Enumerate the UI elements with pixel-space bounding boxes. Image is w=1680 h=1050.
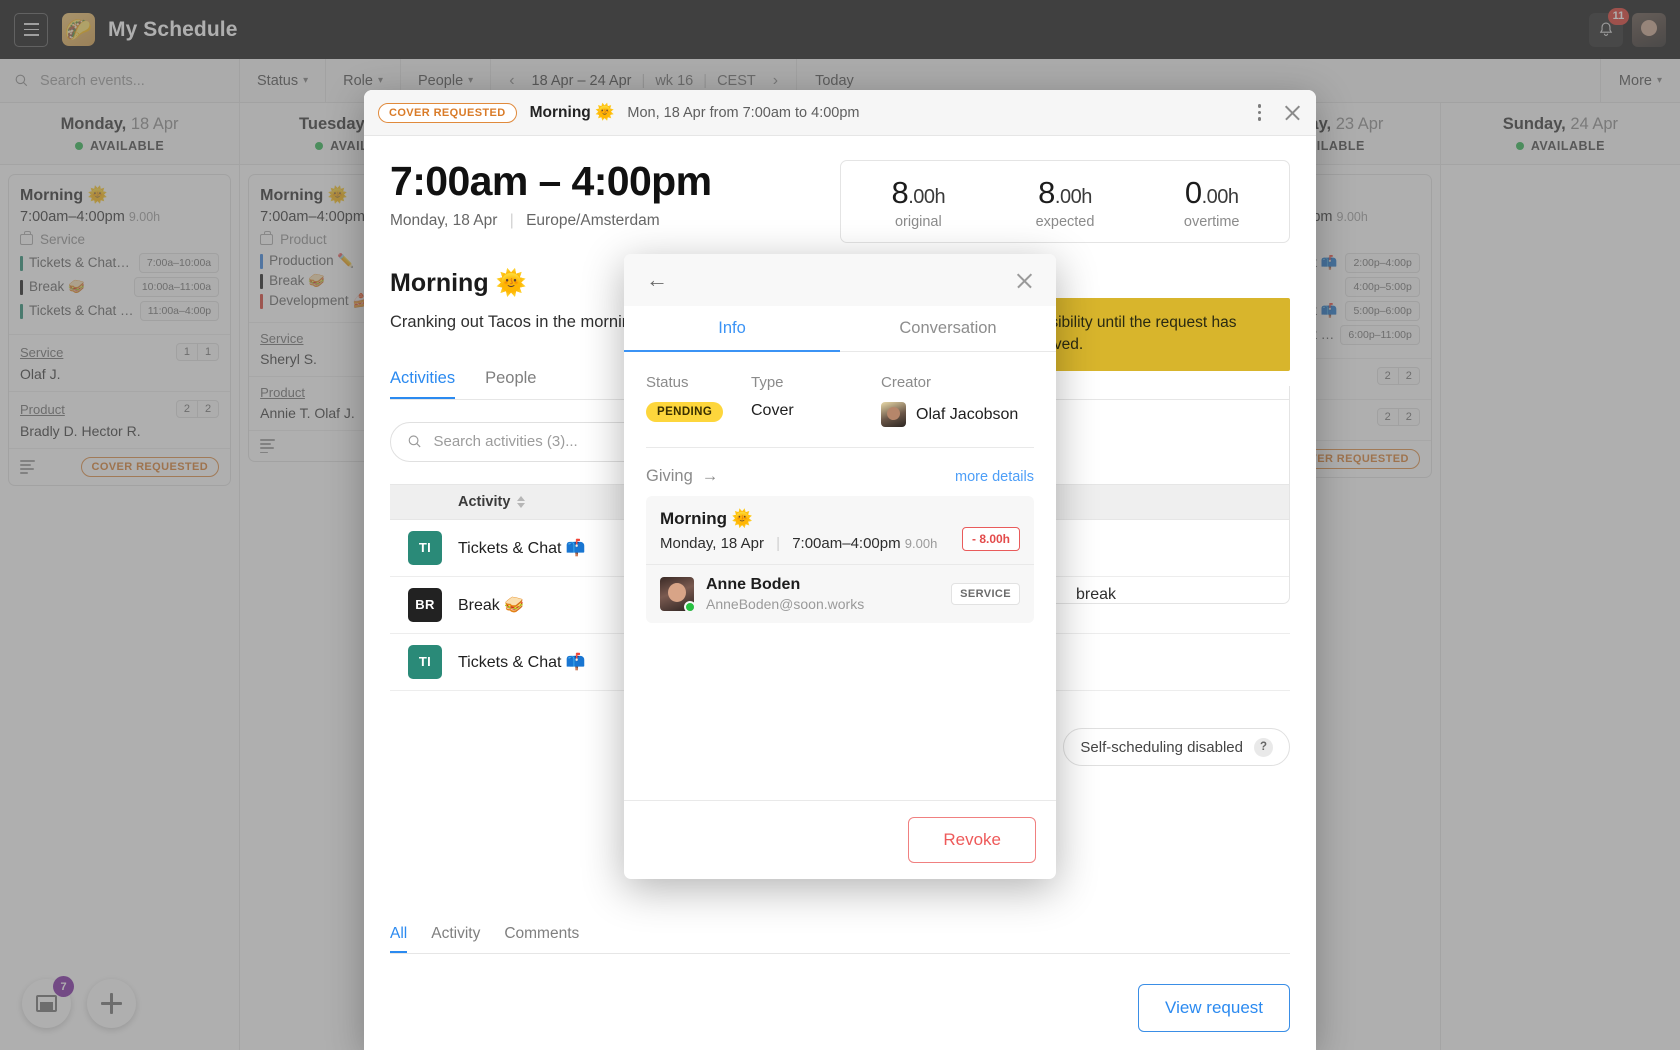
modal-header: COVER REQUESTED Morning 🌞 Mon, 18 Apr fr…	[364, 90, 1316, 136]
close-icon[interactable]	[1283, 103, 1302, 122]
meta-creator: Creator Olaf Jacobson	[881, 374, 1018, 427]
meta-value: Cover	[751, 402, 794, 419]
giving-row: Giving → more details	[646, 467, 1034, 486]
meta-label: Type	[751, 374, 784, 391]
hours-expected: 8.00h expected	[992, 175, 1139, 230]
hours-dec: .00h	[1054, 186, 1092, 208]
giving-label: Giving	[646, 467, 693, 485]
hours-delta-badge: - 8.00h	[961, 527, 1020, 551]
tab-activity[interactable]: Activity	[431, 925, 480, 953]
modal-title: Morning 🌞	[529, 104, 615, 121]
popup-tabs: Info Conversation	[624, 306, 1056, 352]
hours-dec: .00h	[908, 186, 946, 208]
hours-int: 8	[891, 175, 909, 210]
popup-body: Status PENDING Type Cover Creator Olaf J…	[624, 352, 1056, 800]
request-meta: Status PENDING Type Cover Creator Olaf J…	[646, 374, 1034, 427]
hours-summary-card: 8.00h original 8.00h expected 0.00h over…	[840, 160, 1290, 243]
tab-activities[interactable]: Activities	[390, 369, 456, 399]
self-scheduling-label: Self-scheduling disabled	[1080, 738, 1243, 756]
activity-name: Tickets & Chat 📫	[458, 653, 586, 671]
revoke-button[interactable]: Revoke	[908, 817, 1036, 863]
shift-hours: 9.00h	[904, 536, 938, 551]
shift-meta: Monday, 18 Apr | 7:00am–4:00pm 9.00h	[660, 535, 962, 552]
giving-shift-top: Morning 🌞 Monday, 18 Apr | 7:00am–4:00pm…	[646, 496, 1034, 564]
divider: |	[509, 212, 514, 230]
cover-requested-badge: COVER REQUESTED	[378, 102, 517, 123]
hours-int: 8	[1038, 175, 1055, 210]
back-arrow-icon[interactable]: ←	[646, 269, 668, 291]
tab-comments[interactable]: Comments	[504, 925, 579, 953]
shift-time: 7:00am–4:00pm	[792, 535, 901, 552]
activity-name: Tickets & Chat 📫	[458, 539, 586, 557]
tab-people[interactable]: People	[485, 369, 536, 399]
shift-time-block: 7:00am – 4:00pm Monday, 18 Apr | Europe/…	[390, 158, 712, 230]
shift-date-line: Monday, 18 Apr | Europe/Amsterdam	[390, 212, 711, 230]
activity-initials-badge: TI	[408, 530, 442, 565]
shift-title: Morning 🌞	[660, 509, 753, 528]
meta-type: Type Cover	[751, 374, 881, 427]
hours-dec: .00h	[1201, 186, 1239, 208]
divider	[646, 447, 1034, 448]
hours-label: original	[894, 214, 942, 230]
giving-label-group: Giving →	[646, 467, 718, 486]
giving-person-row[interactable]: Anne Boden AnneBoden@soon.works SERVICE	[646, 564, 1034, 623]
more-options-icon[interactable]	[1252, 100, 1268, 125]
modal-header-left: COVER REQUESTED Morning 🌞 Mon, 18 Apr fr…	[378, 102, 860, 123]
hours-overtime: 0.00h overtime	[1138, 175, 1285, 230]
column-label: Activity	[458, 493, 511, 510]
shift-time-heading: 7:00am – 4:00pm	[390, 158, 712, 204]
modal-header-actions	[1252, 100, 1303, 125]
hours-original: 8.00h original	[845, 175, 992, 230]
hours-value: 8.00h	[992, 175, 1139, 211]
creator-name: Olaf Jacobson	[916, 405, 1019, 423]
person-email: AnneBoden@soon.works	[706, 596, 865, 612]
activity-name: Break 🥪	[458, 596, 525, 614]
close-icon[interactable]	[1015, 271, 1034, 290]
arrow-right-icon: →	[701, 467, 719, 485]
giving-shift-card: Morning 🌞 Monday, 18 Apr | 7:00am–4:00pm…	[646, 496, 1034, 623]
person-info: Anne Boden AnneBoden@soon.works	[706, 576, 939, 612]
meta-status: Status PENDING	[646, 374, 751, 427]
hours-int: 0	[1184, 175, 1202, 210]
person-name: Anne Boden	[706, 576, 801, 593]
cover-request-popup: ← Info Conversation Status PENDING Type …	[624, 254, 1056, 879]
column-header-activity[interactable]: Activity	[458, 493, 526, 510]
view-request-button[interactable]: View request	[1138, 984, 1290, 1032]
help-icon[interactable]: ?	[1254, 737, 1273, 757]
giving-shift-main: Morning 🌞 Monday, 18 Apr | 7:00am–4:00pm…	[660, 509, 962, 552]
popup-footer: Revoke	[624, 800, 1056, 879]
creator-row: Olaf Jacobson	[881, 402, 1018, 427]
status-badge: PENDING	[646, 402, 724, 422]
hours-value: 0.00h	[1138, 175, 1285, 211]
activity-initials-badge: BR	[408, 587, 442, 622]
hours-value: 8.00h	[845, 175, 992, 211]
shift-date: Monday, 18 Apr	[390, 212, 498, 230]
more-details-link[interactable]: more details	[955, 469, 1034, 485]
avatar	[660, 577, 694, 611]
shift-date: Monday, 18 Apr	[660, 535, 764, 552]
search-icon	[408, 435, 421, 448]
tab-conversation[interactable]: Conversation	[840, 306, 1056, 352]
activity-initials-badge: TI	[408, 644, 442, 679]
meta-label: Status	[646, 374, 689, 391]
modal-summary-row: 7:00am – 4:00pm Monday, 18 Apr | Europe/…	[390, 158, 1290, 243]
shift-timezone: Europe/Amsterdam	[526, 212, 660, 230]
sort-arrows-icon	[517, 495, 526, 508]
self-scheduling-badge: Self-scheduling disabled ?	[1063, 728, 1290, 766]
history-tabs: All Activity Comments	[390, 925, 1290, 954]
tab-info[interactable]: Info	[624, 306, 840, 352]
online-status-icon	[684, 601, 694, 611]
tab-all[interactable]: All	[390, 925, 408, 953]
avatar	[881, 402, 906, 427]
popup-header: ←	[624, 254, 1056, 306]
hours-label: expected	[1035, 214, 1095, 230]
meta-label: Creator	[881, 374, 932, 391]
app-root: 🌮 My Schedule 11	[0, 0, 1680, 1050]
modal-subtitle: Mon, 18 Apr from 7:00am to 4:00pm	[627, 104, 860, 121]
divider: |	[776, 535, 781, 552]
break-label: break	[1075, 586, 1116, 603]
person-role-badge: SERVICE	[951, 583, 1020, 605]
hours-label: overtime	[1183, 214, 1240, 230]
